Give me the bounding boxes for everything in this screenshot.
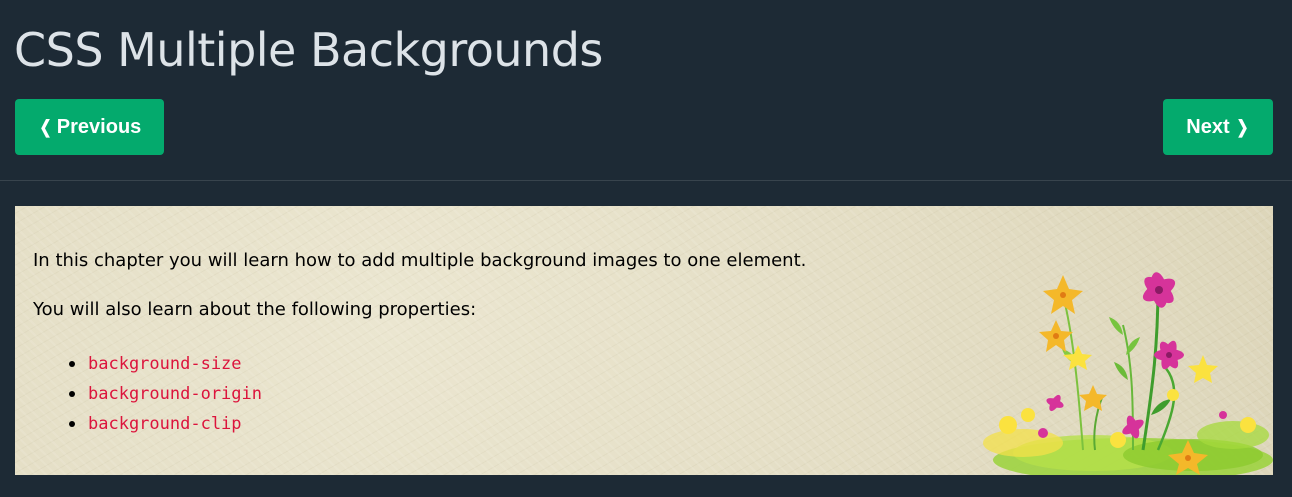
next-button[interactable]: Next ❯	[1163, 99, 1273, 155]
chevron-left-icon: ❮	[39, 117, 52, 137]
list-item: background-clip	[69, 409, 262, 439]
previous-button[interactable]: ❮ Previous	[15, 99, 164, 155]
properties-intro-paragraph: You will also learn about the following …	[33, 299, 477, 320]
flower-decoration-image	[983, 272, 1273, 475]
next-button-label: Next	[1186, 115, 1230, 138]
intro-paragraph: In this chapter you will learn how to ad…	[33, 250, 807, 271]
property-code: background-clip	[88, 414, 242, 434]
page-title: CSS Multiple Backgrounds	[14, 23, 603, 77]
properties-list: background-size background-origin backgr…	[33, 349, 262, 439]
list-item: background-origin	[69, 379, 262, 409]
list-item: background-size	[69, 349, 262, 379]
content-box: In this chapter you will learn how to ad…	[15, 206, 1273, 475]
previous-button-label: Previous	[56, 115, 142, 138]
chevron-right-icon: ❯	[1236, 117, 1249, 137]
divider	[0, 180, 1292, 181]
property-code: background-origin	[88, 384, 262, 404]
property-code: background-size	[88, 354, 242, 374]
